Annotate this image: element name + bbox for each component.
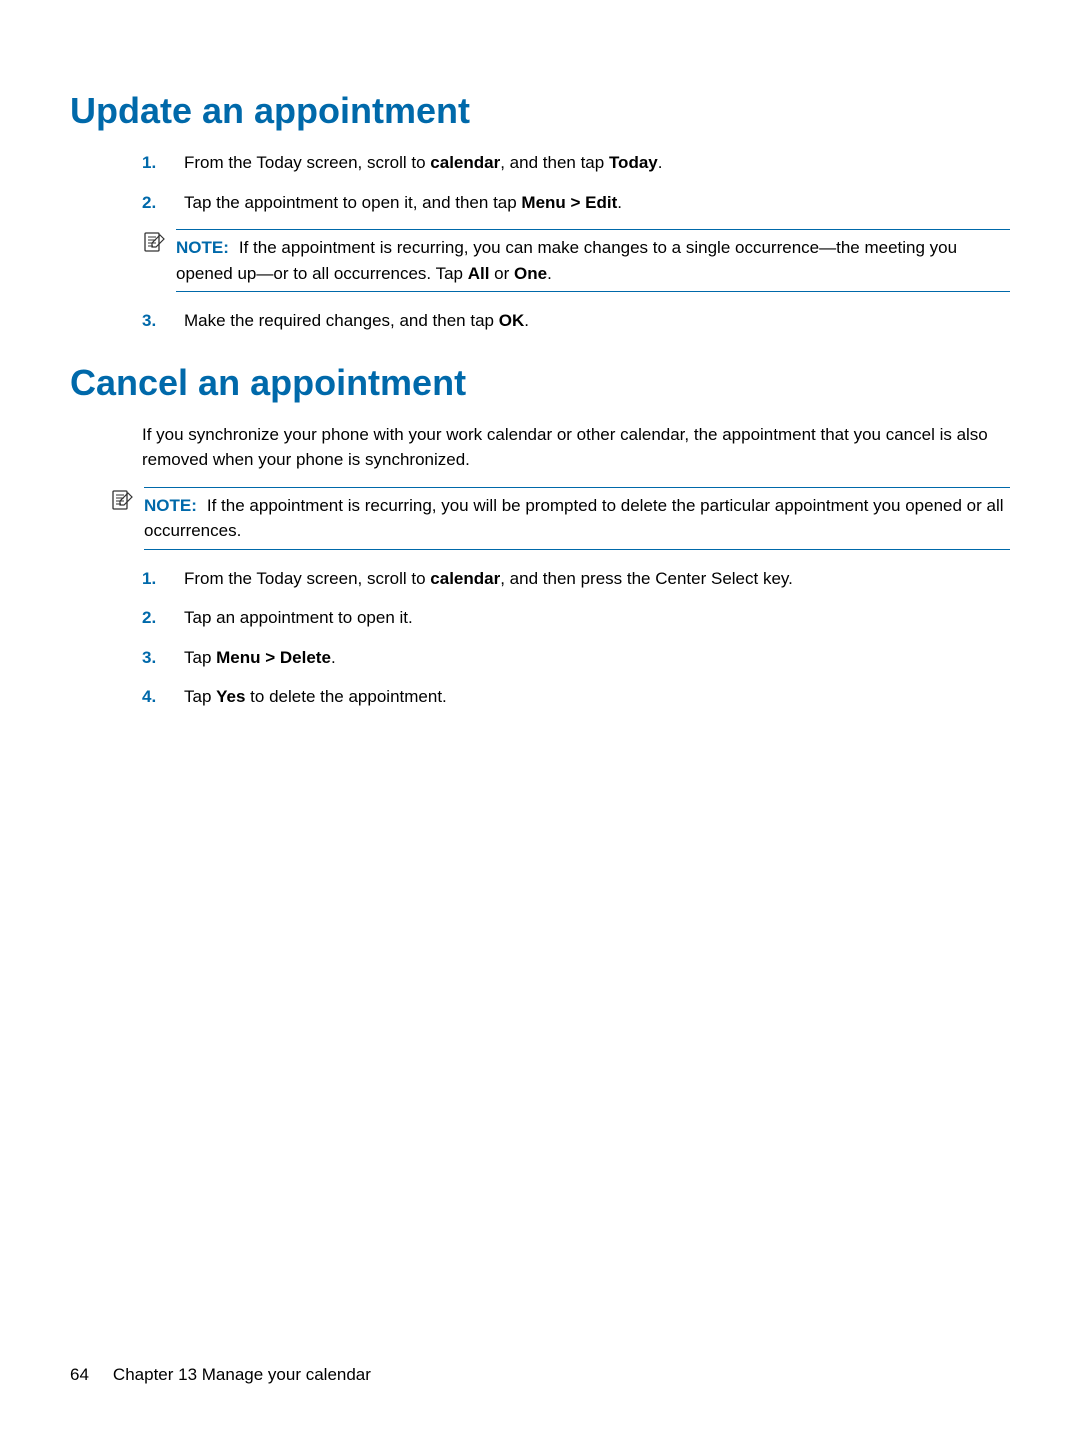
note-update: NOTE:If the appointment is recurring, yo… bbox=[142, 229, 1010, 292]
page: Update an appointment 1. From the Today … bbox=[0, 0, 1080, 1437]
note-content: NOTE:If the appointment is recurring, yo… bbox=[176, 229, 1010, 292]
note-icon bbox=[110, 489, 134, 511]
intro-cancel: If you synchronize your phone with your … bbox=[70, 422, 1010, 473]
step-text: Tap an appointment to open it. bbox=[184, 605, 1010, 631]
step-3: 3. Make the required changes, and then t… bbox=[142, 308, 1010, 334]
heading-update: Update an appointment bbox=[70, 90, 1010, 132]
note-content: NOTE:If the appointment is recurring, yo… bbox=[144, 487, 1010, 550]
note-icon bbox=[142, 231, 166, 253]
steps-update-cont: 3. Make the required changes, and then t… bbox=[70, 308, 1010, 334]
section-update-appointment: Update an appointment 1. From the Today … bbox=[70, 90, 1010, 334]
step-text: From the Today screen, scroll to calenda… bbox=[184, 566, 1010, 592]
step-3: 3. Tap Menu > Delete. bbox=[142, 645, 1010, 671]
page-number: 64 bbox=[70, 1365, 89, 1385]
step-4: 4. Tap Yes to delete the appointment. bbox=[142, 684, 1010, 710]
step-text: Tap Yes to delete the appointment. bbox=[184, 684, 1010, 710]
step-number: 2. bbox=[142, 605, 184, 631]
steps-update: 1. From the Today screen, scroll to cale… bbox=[70, 150, 1010, 215]
heading-cancel: Cancel an appointment bbox=[70, 362, 1010, 404]
steps-cancel: 1. From the Today screen, scroll to cale… bbox=[70, 566, 1010, 710]
chapter-title: Chapter 13 Manage your calendar bbox=[113, 1365, 371, 1385]
step-1: 1. From the Today screen, scroll to cale… bbox=[142, 150, 1010, 176]
note-cancel: NOTE:If the appointment is recurring, yo… bbox=[110, 487, 1010, 550]
step-number: 3. bbox=[142, 645, 184, 671]
step-text: From the Today screen, scroll to calenda… bbox=[184, 150, 1010, 176]
step-1: 1. From the Today screen, scroll to cale… bbox=[142, 566, 1010, 592]
section-cancel-appointment: Cancel an appointment If you synchronize… bbox=[70, 362, 1010, 710]
step-number: 1. bbox=[142, 566, 184, 592]
step-number: 2. bbox=[142, 190, 184, 216]
step-number: 3. bbox=[142, 308, 184, 334]
page-footer: 64 Chapter 13 Manage your calendar bbox=[70, 1365, 371, 1385]
note-label: NOTE: bbox=[144, 496, 197, 515]
step-2: 2. Tap the appointment to open it, and t… bbox=[142, 190, 1010, 216]
step-text: Tap the appointment to open it, and then… bbox=[184, 190, 1010, 216]
step-number: 1. bbox=[142, 150, 184, 176]
step-2: 2. Tap an appointment to open it. bbox=[142, 605, 1010, 631]
note-label: NOTE: bbox=[176, 238, 229, 257]
step-number: 4. bbox=[142, 684, 184, 710]
step-text: Tap Menu > Delete. bbox=[184, 645, 1010, 671]
step-text: Make the required changes, and then tap … bbox=[184, 308, 1010, 334]
